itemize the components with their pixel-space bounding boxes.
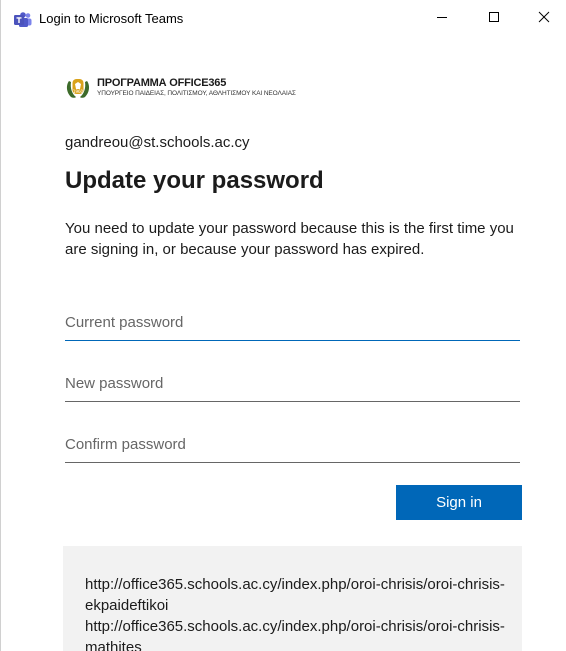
logo-title: ΠΡΟΓΡΑΜΜΑ OFFICE365 <box>97 77 227 90</box>
maximize-icon <box>488 10 500 28</box>
cyprus-emblem-icon: 1960 <box>65 75 91 101</box>
sign-in-button[interactable]: Sign in <box>396 485 522 520</box>
teams-icon <box>14 12 32 28</box>
login-window: Login to Microsoft Teams 1960 ΠΡΟΓΡΑΜΜΑ … <box>0 0 566 651</box>
terms-link-teachers[interactable]: http://office365.schools.ac.cy/index.php… <box>85 574 505 616</box>
footer-panel: http://office365.schools.ac.cy/index.php… <box>63 546 522 651</box>
minimize-icon <box>436 10 448 28</box>
confirm-password-input[interactable] <box>65 427 520 463</box>
footer-links: http://office365.schools.ac.cy/index.php… <box>85 574 505 651</box>
page-title: Update your password <box>65 167 324 194</box>
terms-link-students[interactable]: http://office365.schools.ac.cy/index.php… <box>85 616 505 651</box>
minimize-button[interactable] <box>419 0 465 38</box>
logo-subtitle: ΥΠΟΥΡΓΕΙΟ ΠΑΙΔΕΙΑΣ, ΠΟΛΙΤΙΣΜΟΥ, ΑΘΛΗΤΙΣΜ… <box>97 90 296 98</box>
close-icon <box>538 10 550 28</box>
maximize-button[interactable] <box>471 0 517 38</box>
organization-logo: 1960 ΠΡΟΓΡΑΜΜΑ OFFICE365 ΥΠΟΥΡΓΕΙΟ ΠΑΙΔΕ… <box>65 72 296 104</box>
title-bar[interactable]: Login to Microsoft Teams <box>1 0 566 38</box>
new-password-input[interactable] <box>65 366 520 402</box>
close-button[interactable] <box>521 0 566 38</box>
account-email: gandreou@st.schools.ac.cy <box>65 134 250 151</box>
description-text: You need to update your password because… <box>65 220 514 258</box>
current-password-input[interactable] <box>65 305 520 341</box>
window-title: Login to Microsoft Teams <box>39 11 184 26</box>
svg-text:1960: 1960 <box>73 89 84 94</box>
